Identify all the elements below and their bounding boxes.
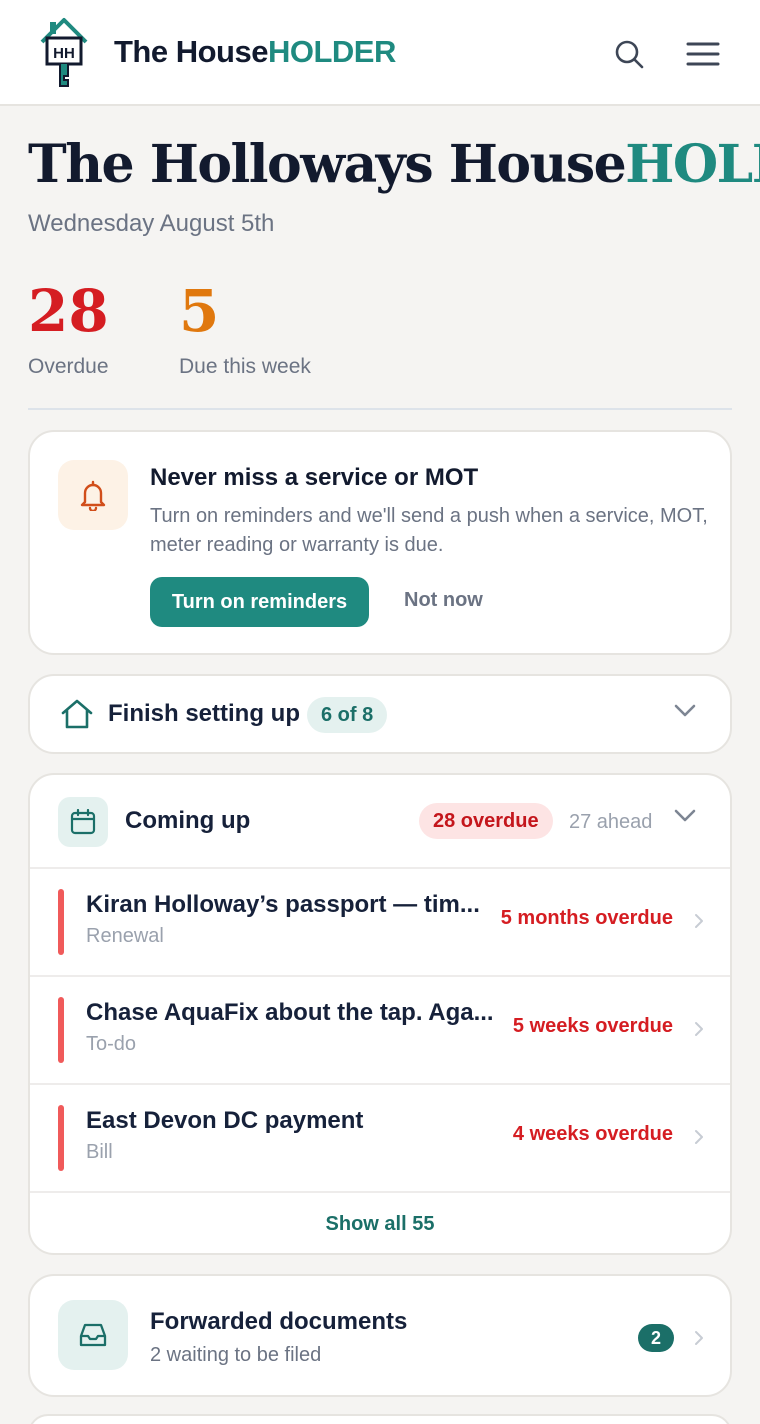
item-status: 4 weeks overdue (512, 1123, 673, 1145)
list-item[interactable]: Kiran Holloway’s passport — tim... Renew… (30, 867, 730, 975)
search-button[interactable] (609, 34, 649, 74)
chevron-right-icon (695, 1130, 703, 1144)
page-title-prefix: The Holloways House (28, 134, 627, 195)
inbox-icon-tile (58, 1300, 128, 1370)
reminders-prompt-card: Never miss a service or MOT Turn on remi… (28, 430, 732, 655)
ahead-count[interactable]: 27 ahead (569, 811, 652, 834)
calendar-icon-tile (58, 797, 108, 847)
item-title: East Devon DC payment (86, 1107, 364, 1134)
turn-on-reminders-button[interactable]: Turn on reminders (150, 577, 369, 627)
show-all-link[interactable]: Show all 55 (30, 1191, 730, 1253)
logo-letters: HH (53, 45, 75, 62)
overdue-indicator (58, 889, 64, 955)
item-status: 5 weeks overdue (512, 1015, 673, 1037)
overdue-indicator (58, 997, 64, 1063)
chevron-down-icon[interactable] (674, 704, 696, 718)
overdue-count[interactable]: 28 (28, 280, 109, 342)
calendar-icon (70, 809, 96, 835)
brand-name[interactable]: The HouseHOLDER (114, 34, 396, 70)
chevron-right-icon (695, 1022, 703, 1036)
chevron-down-icon[interactable] (674, 809, 696, 823)
overdue-badge[interactable]: 28 overdue (419, 803, 553, 839)
coming-up-card: Coming up 28 overdue 27 ahead Kiran Holl… (28, 773, 732, 1255)
house-key-logo-icon[interactable]: HH (38, 16, 90, 90)
finish-setup-card[interactable]: Finish setting up 6 of 8 (28, 674, 732, 754)
reminders-description: Turn on reminders and we'll send a push … (150, 505, 708, 556)
page-title: The Holloways HouseHOLD (28, 134, 760, 195)
search-icon (615, 40, 644, 69)
hamburger-menu-icon (686, 42, 720, 66)
coming-up-title: Coming up (125, 807, 251, 834)
forwarded-documents-title: Forwarded documents (150, 1308, 408, 1335)
item-title: Kiran Holloway’s passport — tim... (86, 891, 480, 918)
overdue-indicator (58, 1105, 64, 1171)
next-card (28, 1414, 732, 1424)
chevron-right-icon (695, 914, 703, 928)
brand-highlight: HOLDER (267, 34, 396, 69)
list-item[interactable]: Chase AquaFix about the tap. Aga... To-d… (30, 975, 730, 1083)
overdue-label: Overdue (28, 355, 109, 378)
page-title-highlight: HOLD (625, 134, 760, 195)
menu-button[interactable] (683, 34, 723, 74)
brand-prefix: The House (114, 34, 268, 69)
finish-setup-title: Finish setting up (108, 700, 300, 727)
due-this-week-count[interactable]: 5 (179, 280, 219, 342)
count-badge: 2 (638, 1324, 674, 1352)
not-now-button[interactable]: Not now (404, 589, 483, 612)
item-type: To-do (86, 1033, 137, 1055)
setup-progress-badge: 6 of 8 (307, 697, 388, 733)
chevron-right-icon (695, 1331, 703, 1345)
item-type: Renewal (86, 925, 164, 947)
top-bar: HH The HouseHOLDER (0, 0, 760, 106)
due-this-week-label: Due this week (179, 355, 311, 378)
home-icon (61, 699, 93, 729)
divider (28, 408, 732, 410)
reminders-title: Never miss a service or MOT (150, 464, 479, 491)
bell-icon-tile (58, 460, 128, 530)
list-item[interactable]: East Devon DC payment Bill 4 weeks overd… (30, 1083, 730, 1191)
forwarded-documents-subtitle: 2 waiting to be filed (150, 1344, 322, 1366)
bell-icon (80, 480, 106, 511)
item-status: 5 months overdue (500, 907, 673, 929)
item-type: Bill (86, 1141, 113, 1163)
forwarded-documents-card[interactable]: Forwarded documents 2 waiting to be file… (28, 1274, 732, 1397)
item-title: Chase AquaFix about the tap. Aga... (86, 999, 494, 1026)
inbox-icon (79, 1323, 107, 1347)
current-date: Wednesday August 5th (28, 210, 275, 237)
